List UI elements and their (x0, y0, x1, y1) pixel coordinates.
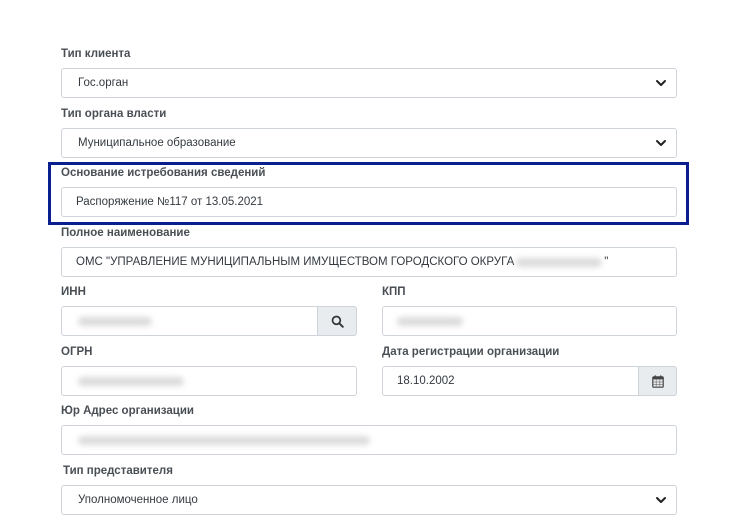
request-basis-input[interactable]: Распоряжение №117 от 13.05.2021 (61, 187, 677, 217)
request-basis-value: Распоряжение №117 от 13.05.2021 (76, 196, 264, 208)
redacted-text (397, 316, 463, 326)
kpp-label: КПП (382, 286, 406, 298)
full-name-value-prefix: ОМС "УПРАВЛЕНИЕ МУНИЦИПАЛЬНЫМ ИМУЩЕСТВОМ… (76, 256, 515, 268)
representative-type-select[interactable]: Уполномоченное лицо (61, 485, 677, 515)
registration-date-label: Дата регистрации организации (382, 346, 560, 358)
redacted-text (516, 257, 603, 267)
legal-address-label: Юр Адрес организации (61, 405, 194, 417)
authority-type-select[interactable]: Муниципальное образование (61, 128, 677, 158)
search-icon (331, 315, 344, 328)
chevron-down-icon (656, 140, 666, 146)
calendar-icon (651, 374, 664, 388)
calendar-button[interactable] (638, 366, 677, 396)
registration-date-value: 18.10.2002 (397, 375, 455, 387)
representative-type-value: Уполномоченное лицо (78, 494, 198, 506)
representative-type-label: Тип представителя (63, 465, 173, 477)
registration-date-input[interactable]: 18.10.2002 (382, 366, 639, 396)
ogrn-label: ОГРН (61, 346, 93, 358)
inn-label: ИНН (61, 286, 86, 298)
authority-type-label: Тип органа власти (61, 108, 167, 120)
chevron-down-icon (656, 80, 666, 86)
request-basis-label: Основание истребования сведений (61, 167, 266, 179)
inn-input[interactable] (61, 306, 318, 336)
organization-form: Тип клиента Гос.орган Тип органа власти … (0, 0, 734, 524)
redacted-text (78, 316, 152, 326)
client-type-value: Гос.орган (78, 77, 129, 89)
full-name-label: Полное наименование (61, 227, 190, 239)
client-type-label: Тип клиента (61, 48, 131, 60)
kpp-input[interactable] (382, 306, 677, 336)
authority-type-value: Муниципальное образование (78, 137, 236, 149)
client-type-select[interactable]: Гос.орган (61, 68, 677, 98)
full-name-value-suffix: " (604, 256, 609, 268)
redacted-text (78, 435, 370, 445)
legal-address-input[interactable] (61, 425, 677, 455)
inn-search-button[interactable] (317, 306, 357, 336)
ogrn-input[interactable] (61, 366, 357, 396)
full-name-input[interactable]: ОМС "УПРАВЛЕНИЕ МУНИЦИПАЛЬНЫМ ИМУЩЕСТВОМ… (61, 247, 677, 277)
chevron-down-icon (656, 497, 666, 503)
redacted-text (78, 376, 184, 386)
